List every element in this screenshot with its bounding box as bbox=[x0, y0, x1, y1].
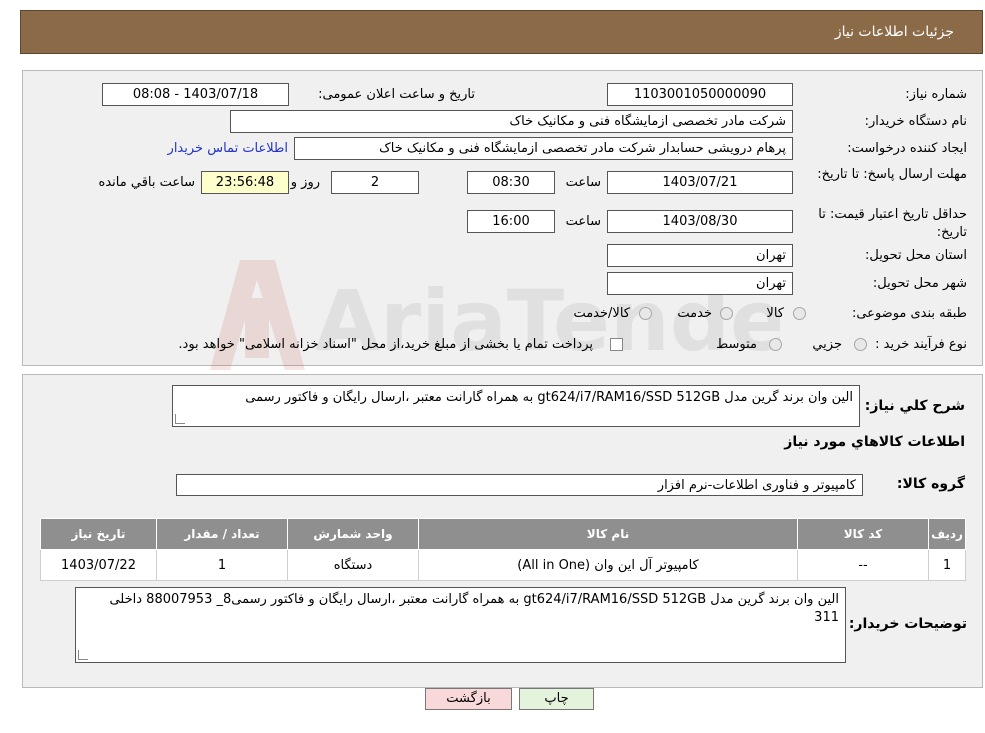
validity-date-field: 1403/08/30 bbox=[607, 210, 793, 233]
city-label: شهر محل تحویل: bbox=[872, 276, 967, 291]
description-label: شرح کلي نیاز: bbox=[864, 398, 965, 414]
remaining-label: ساعت باقي مانده bbox=[98, 175, 195, 190]
need-number-label: شماره نیاز: bbox=[905, 87, 967, 102]
deadline-date-field: 1403/07/21 bbox=[607, 171, 793, 194]
creator-label: ایجاد کننده درخواست: bbox=[847, 141, 967, 156]
announce-datetime-field: 1403/07/18 - 08:08 bbox=[102, 83, 289, 106]
validity-time-field: 16:00 bbox=[467, 210, 555, 233]
goods-table: ردیف کد کالا نام کالا واحد شمارش تعداد /… bbox=[40, 518, 966, 581]
back-button[interactable]: بازگشت bbox=[425, 688, 512, 710]
cell-row: 1 bbox=[928, 549, 966, 581]
province-field: تهران bbox=[607, 244, 793, 267]
announce-label: تاریخ و ساعت اعلان عمومی: bbox=[318, 87, 475, 102]
goods-group-label: گروه کالا: bbox=[896, 476, 965, 492]
deadline-time-label: ساعت bbox=[565, 175, 601, 190]
col-qty-header: تعداد / مقدار bbox=[156, 518, 288, 550]
cell-date: 1403/07/22 bbox=[40, 549, 157, 581]
cell-qty: 1 bbox=[156, 549, 288, 581]
remaining-time-field: 23:56:48 bbox=[201, 171, 289, 194]
description-textarea[interactable]: الین وان برند گرین مدل gt624/i7/RAM16/SS… bbox=[172, 385, 860, 427]
days-field: 2 bbox=[331, 171, 419, 194]
deadline-label: مهلت ارسال پاسخ: تا تاریخ: bbox=[817, 167, 967, 182]
process-medium-radio[interactable] bbox=[769, 338, 782, 351]
city-field: تهران bbox=[607, 272, 793, 295]
resize-grip-icon[interactable] bbox=[175, 414, 185, 424]
buyer-notes-text: الین وان برند گرین مدل gt624/i7/RAM16/SS… bbox=[109, 592, 839, 625]
cell-unit: دستگاه bbox=[287, 549, 419, 581]
buyer-notes-label: توضیحات خریدار: bbox=[848, 616, 967, 632]
cell-code: -- bbox=[797, 549, 929, 581]
creator-field: پرهام درویشی حسابدار شرکت مادر تخصصی ازم… bbox=[294, 137, 793, 160]
category-goods-radio[interactable] bbox=[793, 307, 806, 320]
process-minor-radio[interactable] bbox=[854, 338, 867, 351]
category-service-label: خدمت bbox=[677, 306, 712, 321]
goods-group-field: کامپیوتر و فناوری اطلاعات-نرم افزار bbox=[176, 474, 863, 496]
col-unit-header: واحد شمارش bbox=[287, 518, 419, 550]
col-date-header: تاریخ نیاز bbox=[40, 518, 157, 550]
category-goods-service-label: کالا/خدمت bbox=[573, 306, 630, 321]
category-label: طبقه بندی موضوعی: bbox=[851, 306, 967, 321]
goods-section-title: اطلاعات کالاهاي مورد نیاز bbox=[784, 434, 965, 450]
province-label: استان محل تحویل: bbox=[865, 248, 967, 263]
process-minor-label: جزیي bbox=[812, 337, 842, 352]
deadline-time-field: 08:30 bbox=[467, 171, 555, 194]
category-service-radio[interactable] bbox=[720, 307, 733, 320]
buyer-contact-link[interactable]: اطلاعات تماس خریدار bbox=[168, 141, 288, 156]
treasury-payment-checkbox[interactable] bbox=[610, 338, 623, 351]
buyer-notes-textarea[interactable]: الین وان برند گرین مدل gt624/i7/RAM16/SS… bbox=[75, 587, 846, 663]
validity-label: حداقل تاریخ اعتبار قیمت: تا تاریخ: bbox=[818, 207, 967, 240]
page-title: جزئیات اطلاعات نیاز bbox=[834, 24, 954, 40]
goods-table-header: ردیف کد کالا نام کالا واحد شمارش تعداد /… bbox=[40, 518, 966, 550]
col-name-header: نام کالا bbox=[418, 518, 798, 550]
col-code-header: کد کالا bbox=[797, 518, 929, 550]
days-label: روز و bbox=[290, 175, 320, 190]
col-row-header: ردیف bbox=[928, 518, 966, 550]
description-text: الین وان برند گرین مدل gt624/i7/RAM16/SS… bbox=[245, 390, 853, 405]
table-row: 1 -- کامپیوتر آل این وان (All in One) دس… bbox=[40, 549, 966, 581]
category-goods-service-radio[interactable] bbox=[639, 307, 652, 320]
buyer-label: نام دستگاه خریدار: bbox=[864, 114, 967, 129]
resize-grip-icon[interactable] bbox=[78, 650, 88, 660]
buyer-field: شرکت مادر تخصصی ازمایشگاه فنی و مکانیک خ… bbox=[230, 110, 793, 133]
category-goods-label: کالا bbox=[766, 306, 784, 321]
need-number-field: 1103001050000090 bbox=[607, 83, 793, 106]
page-header: جزئیات اطلاعات نیاز bbox=[20, 10, 983, 54]
payment-note: پرداخت تمام یا بخشی از مبلغ خرید،از محل … bbox=[178, 337, 593, 352]
process-medium-label: متوسط bbox=[716, 337, 757, 352]
cell-name: کامپیوتر آل این وان (All in One) bbox=[418, 549, 798, 581]
print-button[interactable]: چاپ bbox=[519, 688, 594, 710]
validity-time-label: ساعت bbox=[565, 214, 601, 229]
process-label: نوع فرآیند خرید : bbox=[875, 337, 967, 352]
